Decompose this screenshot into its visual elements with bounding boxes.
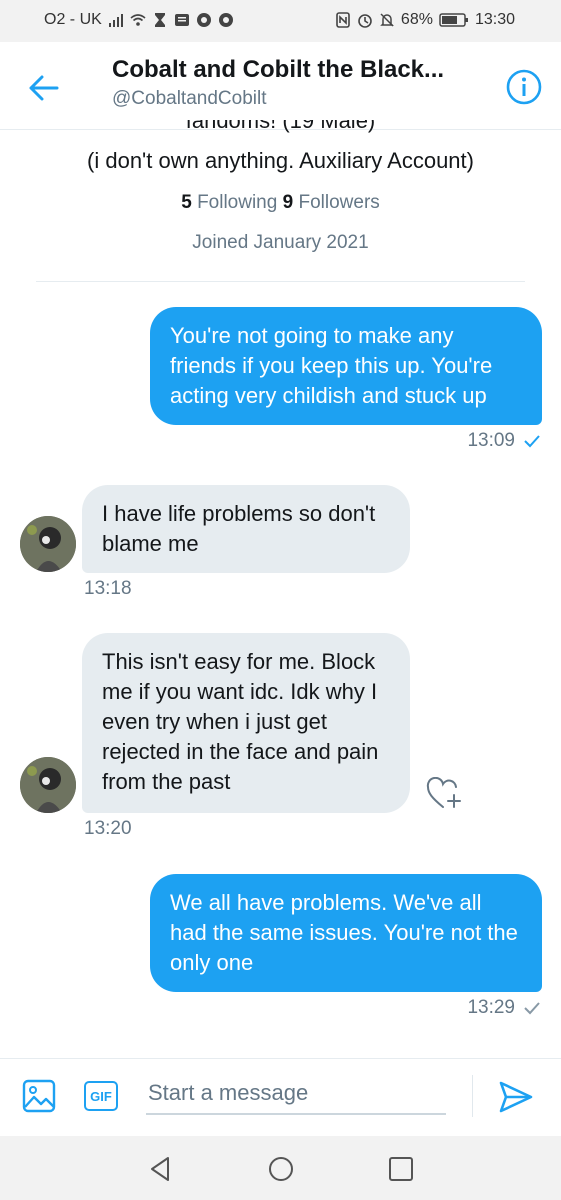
joined-date: Joined January 2021 xyxy=(192,232,369,253)
message-time: 13:20 xyxy=(84,818,132,839)
avatar[interactable] xyxy=(20,757,76,813)
followers-count[interactable]: 9 xyxy=(283,192,294,213)
nav-back-icon[interactable] xyxy=(146,1154,176,1184)
follow-counts: 5 Following 9 Followers xyxy=(0,192,561,214)
check-icon xyxy=(524,1002,540,1015)
nav-recents-icon[interactable] xyxy=(386,1154,416,1184)
message-meta: 13:29 xyxy=(467,997,541,1019)
hourglass-icon xyxy=(154,13,165,27)
message-input[interactable] xyxy=(146,1073,446,1115)
nfc-icon xyxy=(336,12,350,28)
message-time: 13:09 xyxy=(467,430,515,451)
message-time: 13:18 xyxy=(84,578,132,599)
message-icon xyxy=(174,14,189,26)
message-meta: 13:09 xyxy=(467,430,541,452)
following-count[interactable]: 5 xyxy=(181,192,192,213)
back-button[interactable] xyxy=(24,70,64,106)
divider xyxy=(472,1075,473,1117)
send-icon[interactable] xyxy=(496,1077,536,1117)
gif-button[interactable]: GIF xyxy=(84,1081,118,1111)
followers-label[interactable]: Followers xyxy=(298,192,379,213)
carrier-label: O2 - UK xyxy=(44,11,102,28)
signal-icon xyxy=(108,14,123,27)
conversation-handle[interactable]: @CobaltandCobilt xyxy=(112,88,267,110)
avatar[interactable] xyxy=(20,516,76,572)
status-bar: O2 - UK 68% 13:30 xyxy=(0,0,561,42)
message-bubble-received[interactable]: I have life problems so don't blame me xyxy=(82,485,410,573)
message-bubble-sent[interactable]: You're not going to make any friends if … xyxy=(150,307,542,425)
message-meta: 13:20 xyxy=(84,818,132,840)
wifi-icon xyxy=(130,14,146,26)
mute-bell-icon xyxy=(380,13,394,27)
like-heart-plus-icon[interactable] xyxy=(426,777,464,811)
profile-summary: fandoms! (19 Male) (i don't own anything… xyxy=(0,110,561,280)
system-nav-bar xyxy=(0,1136,561,1200)
alarm-icon xyxy=(358,14,372,28)
conversation-name[interactable]: Cobalt and Cobilt the Black... xyxy=(112,56,482,84)
arrow-left-icon xyxy=(29,75,59,101)
battery-percent: 68% xyxy=(400,11,433,28)
image-icon[interactable] xyxy=(22,1079,56,1113)
status-time: 13:30 xyxy=(474,11,515,28)
message-composer: GIF xyxy=(0,1058,561,1136)
message-meta: 13:18 xyxy=(84,578,132,600)
following-label[interactable]: Following xyxy=(197,192,277,213)
profile-bio: (i don't own anything. Auxiliary Account… xyxy=(87,148,474,173)
info-icon[interactable] xyxy=(505,68,543,106)
check-icon xyxy=(524,435,540,448)
message-bubble-sent[interactable]: We all have problems. We've all had the … xyxy=(150,874,542,992)
avatar-image xyxy=(20,757,76,813)
nav-home-icon[interactable] xyxy=(266,1154,296,1184)
divider xyxy=(36,281,525,282)
bio-line-clipped: fandoms! (19 Male) xyxy=(185,120,376,133)
chrome-icon-2 xyxy=(218,13,233,27)
message-bubble-received[interactable]: This isn't easy for me. Block me if you … xyxy=(82,633,410,813)
message-time: 13:29 xyxy=(467,997,515,1018)
avatar-image xyxy=(20,516,76,572)
battery-icon xyxy=(439,13,468,27)
chrome-icon xyxy=(196,13,211,27)
